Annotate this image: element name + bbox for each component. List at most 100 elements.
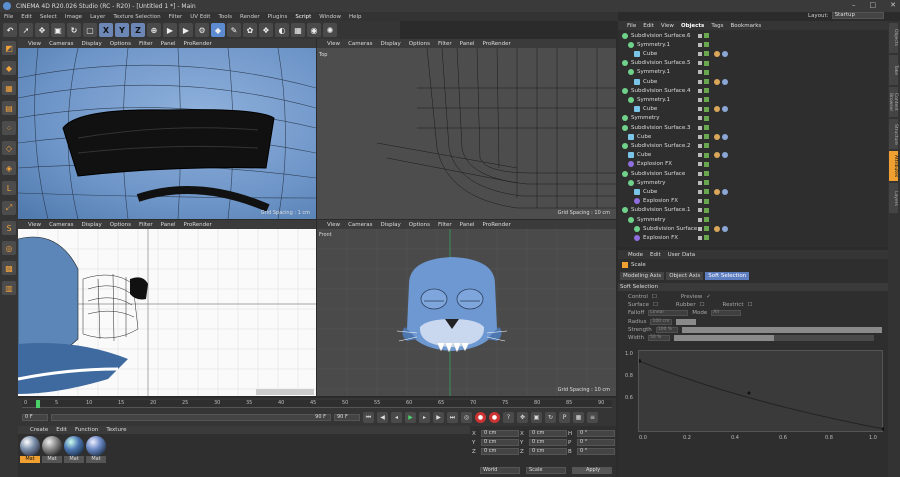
menu-help[interactable]: Help [349,14,362,20]
coordinate-system-icon[interactable]: ⊕ [147,23,161,37]
visibility-toggles[interactable] [698,171,709,177]
object-row[interactable]: Subdivision Surface.5 [618,59,888,68]
vp-menu-display[interactable]: Display [381,222,401,228]
polygons-mode-icon[interactable]: ◈ [2,161,16,175]
enabled-check-icon[interactable] [704,106,709,112]
visibility-dot-icon[interactable] [698,116,702,121]
vp-menu-cameras[interactable]: Cameras [49,222,73,228]
menu-script[interactable]: Script [295,14,311,20]
side-tab-take[interactable]: Take [889,55,898,85]
object-row[interactable]: Symmetry [618,215,888,224]
record-icon[interactable]: ● [475,412,486,423]
minimize-icon[interactable]: – [852,1,856,9]
viewport-top[interactable]: View Cameras Display Options Filter Pane… [317,39,616,219]
phong-tag-icon[interactable] [714,133,720,140]
material-tag-icon[interactable] [722,133,728,140]
menu-file[interactable]: File [4,14,13,20]
vp-menu-prorender[interactable]: ProRender [483,41,511,47]
visibility-toggles[interactable] [698,143,709,149]
mat-menu-texture[interactable]: Texture [106,427,126,433]
enabled-check-icon[interactable] [704,88,709,94]
enabled-check-icon[interactable] [704,97,709,103]
start-frame-field[interactable]: 0 F [22,414,48,421]
rot-h-field[interactable]: 0 ° [577,430,615,437]
menu-select[interactable]: Select [40,14,57,20]
visibility-toggles[interactable] [698,60,709,66]
radius-field[interactable]: 100 cm [650,319,673,325]
scale-key-icon[interactable]: ▣ [531,412,542,423]
enabled-check-icon[interactable] [704,33,709,39]
falloff-curve-graph[interactable]: 1.0 0.8 0.6 0.0 0.2 0.4 0.6 0.8 1.0 [625,350,886,441]
vp-menu-options[interactable]: Options [409,41,430,47]
phong-tag-icon[interactable] [714,78,720,85]
enabled-check-icon[interactable] [704,207,709,213]
visibility-dot-icon[interactable] [698,51,702,56]
playhead[interactable] [36,400,40,408]
enabled-check-icon[interactable] [704,51,709,57]
rot-b-field[interactable]: 0 ° [577,448,615,455]
snap-icon[interactable]: S [2,221,16,235]
tag-icons[interactable] [714,106,728,113]
tag-icons[interactable] [714,78,728,85]
object-row[interactable]: Cube [618,187,888,196]
enabled-check-icon[interactable] [704,143,709,149]
om-menu-bookmarks[interactable]: Bookmarks [731,23,762,29]
sculpt-icon[interactable]: ▥ [2,281,16,295]
visibility-dot-icon[interactable] [698,180,702,185]
tag-icons[interactable] [714,225,728,232]
visibility-dot-icon[interactable] [698,153,702,158]
visibility-toggles[interactable] [698,198,709,204]
visibility-dot-icon[interactable] [698,70,702,75]
phong-tag-icon[interactable] [714,106,720,113]
make-editable-icon[interactable]: ◩ [2,41,16,55]
go-to-end-icon[interactable]: ⏭ [447,412,458,423]
enabled-check-icon[interactable] [704,171,709,177]
material-tag-icon[interactable] [722,78,728,85]
visibility-toggles[interactable] [698,42,709,48]
autokey-icon[interactable]: ● [489,412,500,423]
material-tag-icon[interactable] [722,225,728,232]
om-menu-view[interactable]: View [661,23,674,29]
floor-icon[interactable]: ▦ [291,23,305,37]
vp-menu-filter[interactable]: Filter [139,222,153,228]
close-icon[interactable]: ✕ [890,1,896,9]
side-tab-content-browser[interactable]: Content Browser [888,87,898,117]
visibility-dot-icon[interactable] [698,226,702,231]
visibility-dot-icon[interactable] [698,134,702,139]
vp-menu-prorender[interactable]: ProRender [483,222,511,228]
visibility-dot-icon[interactable] [698,33,702,38]
tag-icons[interactable] [714,188,728,195]
menu-image[interactable]: Image [65,14,82,20]
points-mode-icon[interactable]: ⁘ [2,121,16,135]
y-axis-lock-button[interactable]: Y [115,23,129,37]
mat-menu-function[interactable]: Function [75,427,98,433]
width-field[interactable]: 50 % [647,335,670,341]
viewport-front[interactable]: View Cameras Display Options Filter Pane… [317,220,616,396]
vp-menu-display[interactable]: Display [82,41,102,47]
vp-menu-prorender[interactable]: ProRender [184,41,212,47]
menu-plugins[interactable]: Plugins [268,14,288,20]
vp-menu-options[interactable]: Options [409,222,430,228]
cube-object-icon[interactable]: ◆ [211,23,225,37]
pen-tool-icon[interactable]: ✎ [227,23,241,37]
object-row[interactable]: Subdivision Surface [618,224,888,233]
radius-slider[interactable] [676,319,697,325]
om-menu-file[interactable]: File [627,23,636,29]
menu-layer[interactable]: Layer [90,14,105,20]
move-key-icon[interactable]: ✥ [517,412,528,423]
model-mode-icon[interactable]: ◆ [2,61,16,75]
pos-y-field[interactable]: 0 cm [481,439,519,446]
motion-record-icon[interactable]: ◎ [461,412,472,423]
phong-tag-icon[interactable] [714,50,720,57]
side-tab-structure[interactable]: Structure [889,119,898,149]
visibility-toggles[interactable] [698,161,709,167]
play-icon[interactable]: ▶ [405,412,416,423]
vp-menu-display[interactable]: Display [82,222,102,228]
visibility-toggles[interactable] [698,33,709,39]
object-row[interactable]: Symmetry [618,114,888,123]
falloff-dropdown[interactable]: Linear [648,310,689,316]
object-row[interactable]: Symmetry [618,178,888,187]
size-x-field[interactable]: 0 cm [529,430,567,437]
attr-menu-mode[interactable]: Mode [628,252,643,258]
camera-icon[interactable]: ◉ [307,23,321,37]
